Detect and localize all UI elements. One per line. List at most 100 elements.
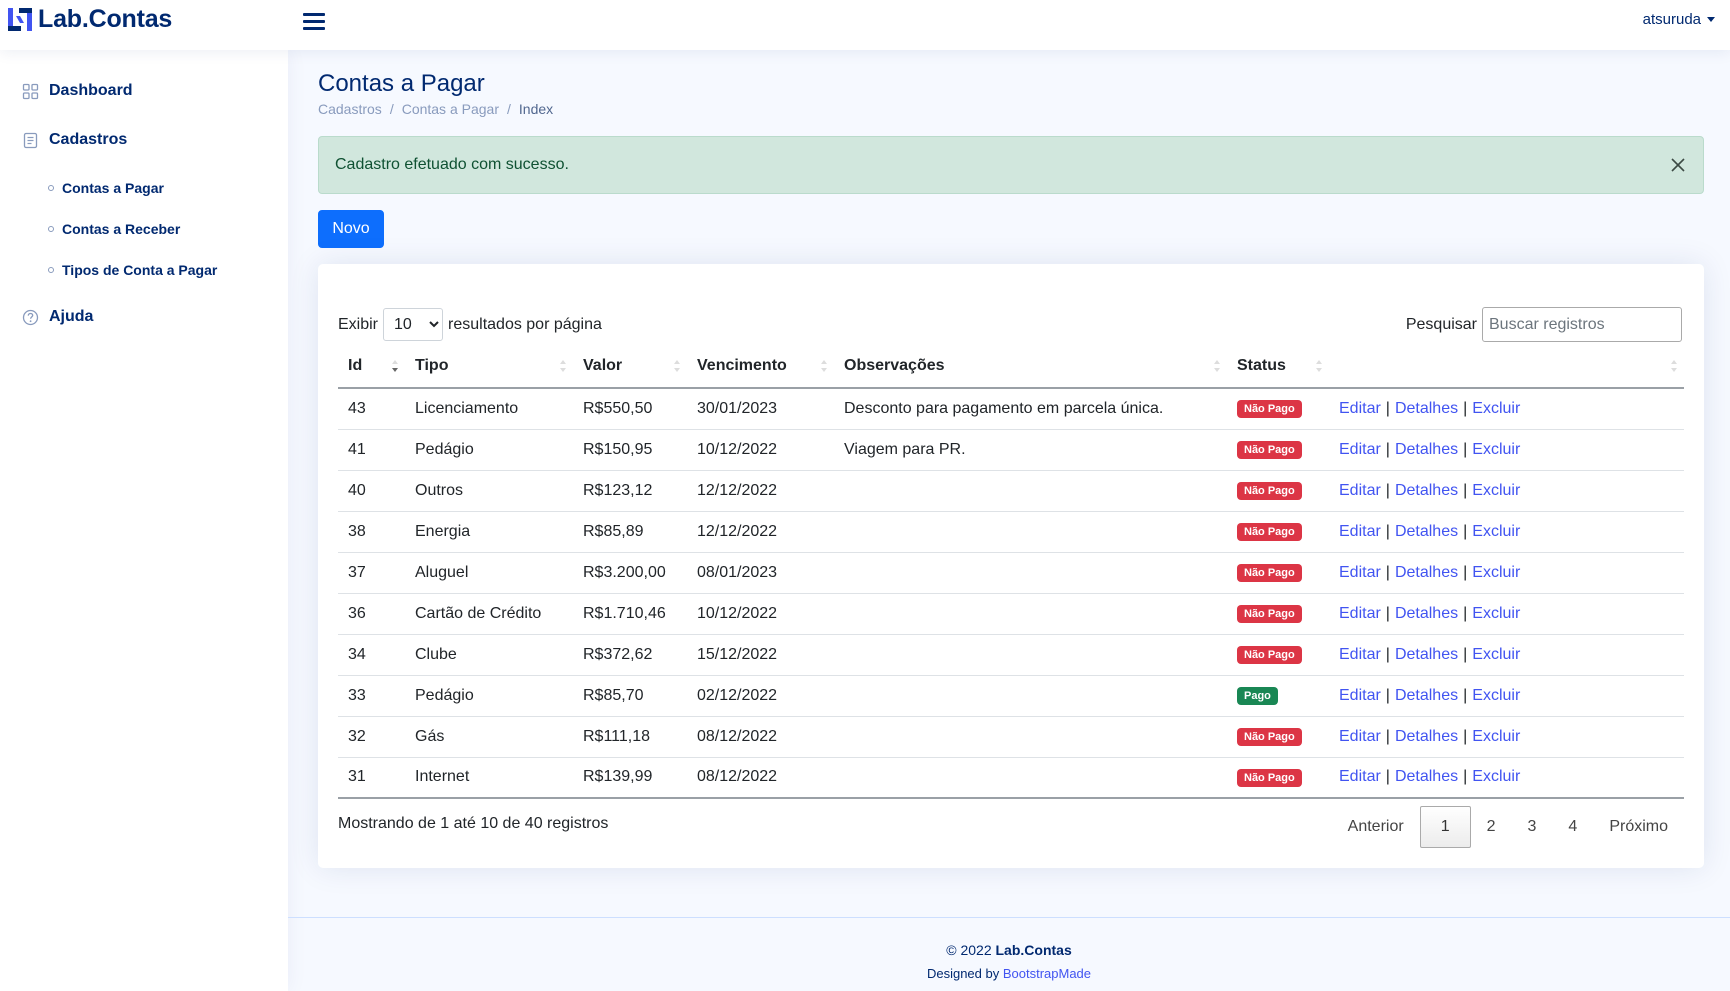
edit-link[interactable]: Editar bbox=[1339, 441, 1381, 458]
breadcrumb-current: Index bbox=[518, 101, 554, 117]
sidebar-subitem-contas-a-receber[interactable]: Contas a Receber bbox=[48, 221, 180, 237]
edit-link[interactable]: Editar bbox=[1339, 523, 1381, 540]
edit-link[interactable]: Editar bbox=[1339, 605, 1381, 622]
alert-message: Cadastro efetuado com sucesso. bbox=[335, 156, 569, 173]
sidebar-subitem-label: Contas a Receber bbox=[62, 221, 181, 237]
column-header-status[interactable]: Status bbox=[1227, 345, 1329, 389]
status-badge: Não Pago bbox=[1237, 522, 1302, 542]
details-link[interactable]: Detalhes bbox=[1395, 441, 1458, 458]
delete-link[interactable]: Excluir bbox=[1472, 564, 1520, 581]
status-badge: Não Pago bbox=[1237, 481, 1302, 501]
cell-valor: R$139,99 bbox=[573, 757, 687, 799]
cell-status: Não Pago bbox=[1227, 470, 1329, 512]
status-badge: Não Pago bbox=[1237, 563, 1302, 583]
sidebar-item-cadastros[interactable]: Cadastros bbox=[22, 131, 127, 149]
delete-link[interactable]: Excluir bbox=[1472, 646, 1520, 663]
cell-id: 37 bbox=[338, 552, 405, 594]
status-badge: Não Pago bbox=[1237, 440, 1302, 460]
delete-link[interactable]: Excluir bbox=[1472, 687, 1520, 704]
cell-actions: Editar | Detalhes | Excluir bbox=[1329, 429, 1684, 471]
cell-observacoes bbox=[834, 470, 1227, 512]
pagination-page-3[interactable]: 3 bbox=[1512, 806, 1553, 848]
delete-link[interactable]: Excluir bbox=[1472, 728, 1520, 745]
edit-link[interactable]: Editar bbox=[1339, 687, 1381, 704]
user-menu[interactable]: atsuruda bbox=[1643, 11, 1715, 28]
table-info: Mostrando de 1 até 10 de 40 registros bbox=[338, 815, 609, 832]
column-header-valor[interactable]: Valor bbox=[573, 345, 687, 389]
table-row: 43 Licenciamento R$550,50 30/01/2023 Descont… bbox=[338, 388, 1684, 430]
cell-actions: Editar | Detalhes | Excluir bbox=[1329, 757, 1684, 799]
sidebar: Dashboard Cadastros Contas a Pagar Conta… bbox=[0, 50, 288, 991]
close-icon[interactable] bbox=[1669, 156, 1687, 174]
details-link[interactable]: Detalhes bbox=[1395, 605, 1458, 622]
table-row: 41 Pedágio R$150,95 10/12/2022 Viagem para P… bbox=[338, 429, 1684, 471]
column-header-actions[interactable] bbox=[1329, 345, 1684, 389]
cell-tipo: Energia bbox=[405, 511, 573, 553]
breadcrumb-item[interactable]: Contas a Pagar bbox=[402, 101, 499, 117]
column-header-tipo[interactable]: Tipo bbox=[405, 345, 573, 389]
delete-link[interactable]: Excluir bbox=[1472, 482, 1520, 499]
cell-actions: Editar | Detalhes | Excluir bbox=[1329, 675, 1684, 717]
page-size-prefix: Exibir bbox=[338, 315, 379, 333]
breadcrumb: Cadastros / Contas a Pagar / Index bbox=[318, 101, 554, 117]
details-link[interactable]: Detalhes bbox=[1395, 646, 1458, 663]
pagination-page-1[interactable]: 1 bbox=[1419, 806, 1471, 848]
app-name: Lab.Contas bbox=[38, 5, 173, 33]
pagination-previous[interactable]: Anterior bbox=[1332, 806, 1420, 848]
search-input[interactable] bbox=[1482, 307, 1682, 342]
cell-id: 34 bbox=[338, 634, 405, 676]
sidebar-item-dashboard[interactable]: Dashboard bbox=[22, 82, 133, 100]
edit-link[interactable]: Editar bbox=[1339, 400, 1381, 417]
delete-link[interactable]: Excluir bbox=[1472, 605, 1520, 622]
sort-icon bbox=[821, 360, 827, 372]
details-link[interactable]: Detalhes bbox=[1395, 687, 1458, 704]
edit-link[interactable]: Editar bbox=[1339, 564, 1381, 581]
details-link[interactable]: Detalhes bbox=[1395, 728, 1458, 745]
cell-status: Não Pago bbox=[1227, 511, 1329, 553]
cell-status: Pago bbox=[1227, 675, 1329, 717]
sort-icon bbox=[560, 360, 566, 372]
edit-link[interactable]: Editar bbox=[1339, 646, 1381, 663]
new-button[interactable]: Novo bbox=[318, 210, 384, 248]
designer-link[interactable]: BootstrapMade bbox=[1003, 966, 1091, 981]
delete-link[interactable]: Excluir bbox=[1472, 441, 1520, 458]
status-badge: Não Pago bbox=[1237, 604, 1302, 624]
edit-link[interactable]: Editar bbox=[1339, 768, 1381, 785]
pagination-page-2[interactable]: 2 bbox=[1471, 806, 1512, 848]
app-logo[interactable]: Lab.Contas bbox=[7, 7, 172, 32]
breadcrumb-item[interactable]: Cadastros bbox=[318, 101, 382, 117]
column-header-vencimento[interactable]: Vencimento bbox=[687, 345, 834, 389]
status-badge: Não Pago bbox=[1237, 645, 1302, 665]
delete-link[interactable]: Excluir bbox=[1472, 768, 1520, 785]
chevron-down-icon bbox=[1707, 17, 1715, 22]
column-header-id[interactable]: Id bbox=[338, 345, 405, 389]
sort-icon bbox=[674, 360, 680, 372]
edit-link[interactable]: Editar bbox=[1339, 728, 1381, 745]
sidebar-subitem-tipos-de-conta[interactable]: Tipos de Conta a Pagar bbox=[48, 262, 217, 278]
cell-observacoes bbox=[834, 757, 1227, 799]
cell-valor: R$85,70 bbox=[573, 675, 687, 717]
sidebar-item-ajuda[interactable]: Ajuda bbox=[22, 308, 93, 326]
edit-link[interactable]: Editar bbox=[1339, 482, 1381, 499]
pagination-next[interactable]: Próximo bbox=[1593, 806, 1684, 848]
details-link[interactable]: Detalhes bbox=[1395, 482, 1458, 499]
toggle-sidebar-icon[interactable] bbox=[302, 9, 326, 33]
cell-valor: R$123,12 bbox=[573, 470, 687, 512]
sidebar-subitem-label: Contas a Pagar bbox=[62, 180, 164, 196]
details-link[interactable]: Detalhes bbox=[1395, 564, 1458, 581]
cell-valor: R$550,50 bbox=[573, 388, 687, 430]
circle-icon bbox=[48, 185, 54, 191]
sort-icon bbox=[1214, 360, 1220, 372]
cell-status: Não Pago bbox=[1227, 716, 1329, 758]
delete-link[interactable]: Excluir bbox=[1472, 523, 1520, 540]
page-size-select[interactable]: 10 bbox=[383, 308, 444, 341]
status-badge: Não Pago bbox=[1237, 400, 1302, 419]
details-link[interactable]: Detalhes bbox=[1395, 523, 1458, 540]
pagination-page-4[interactable]: 4 bbox=[1552, 806, 1593, 848]
sidebar-subitem-contas-a-pagar[interactable]: Contas a Pagar bbox=[48, 180, 164, 196]
column-header-observacoes[interactable]: Observações bbox=[834, 345, 1227, 389]
details-link[interactable]: Detalhes bbox=[1395, 768, 1458, 785]
details-link[interactable]: Detalhes bbox=[1395, 400, 1458, 417]
footer-credits: Designed by BootstrapMade bbox=[926, 966, 1092, 981]
delete-link[interactable]: Excluir bbox=[1472, 400, 1520, 417]
